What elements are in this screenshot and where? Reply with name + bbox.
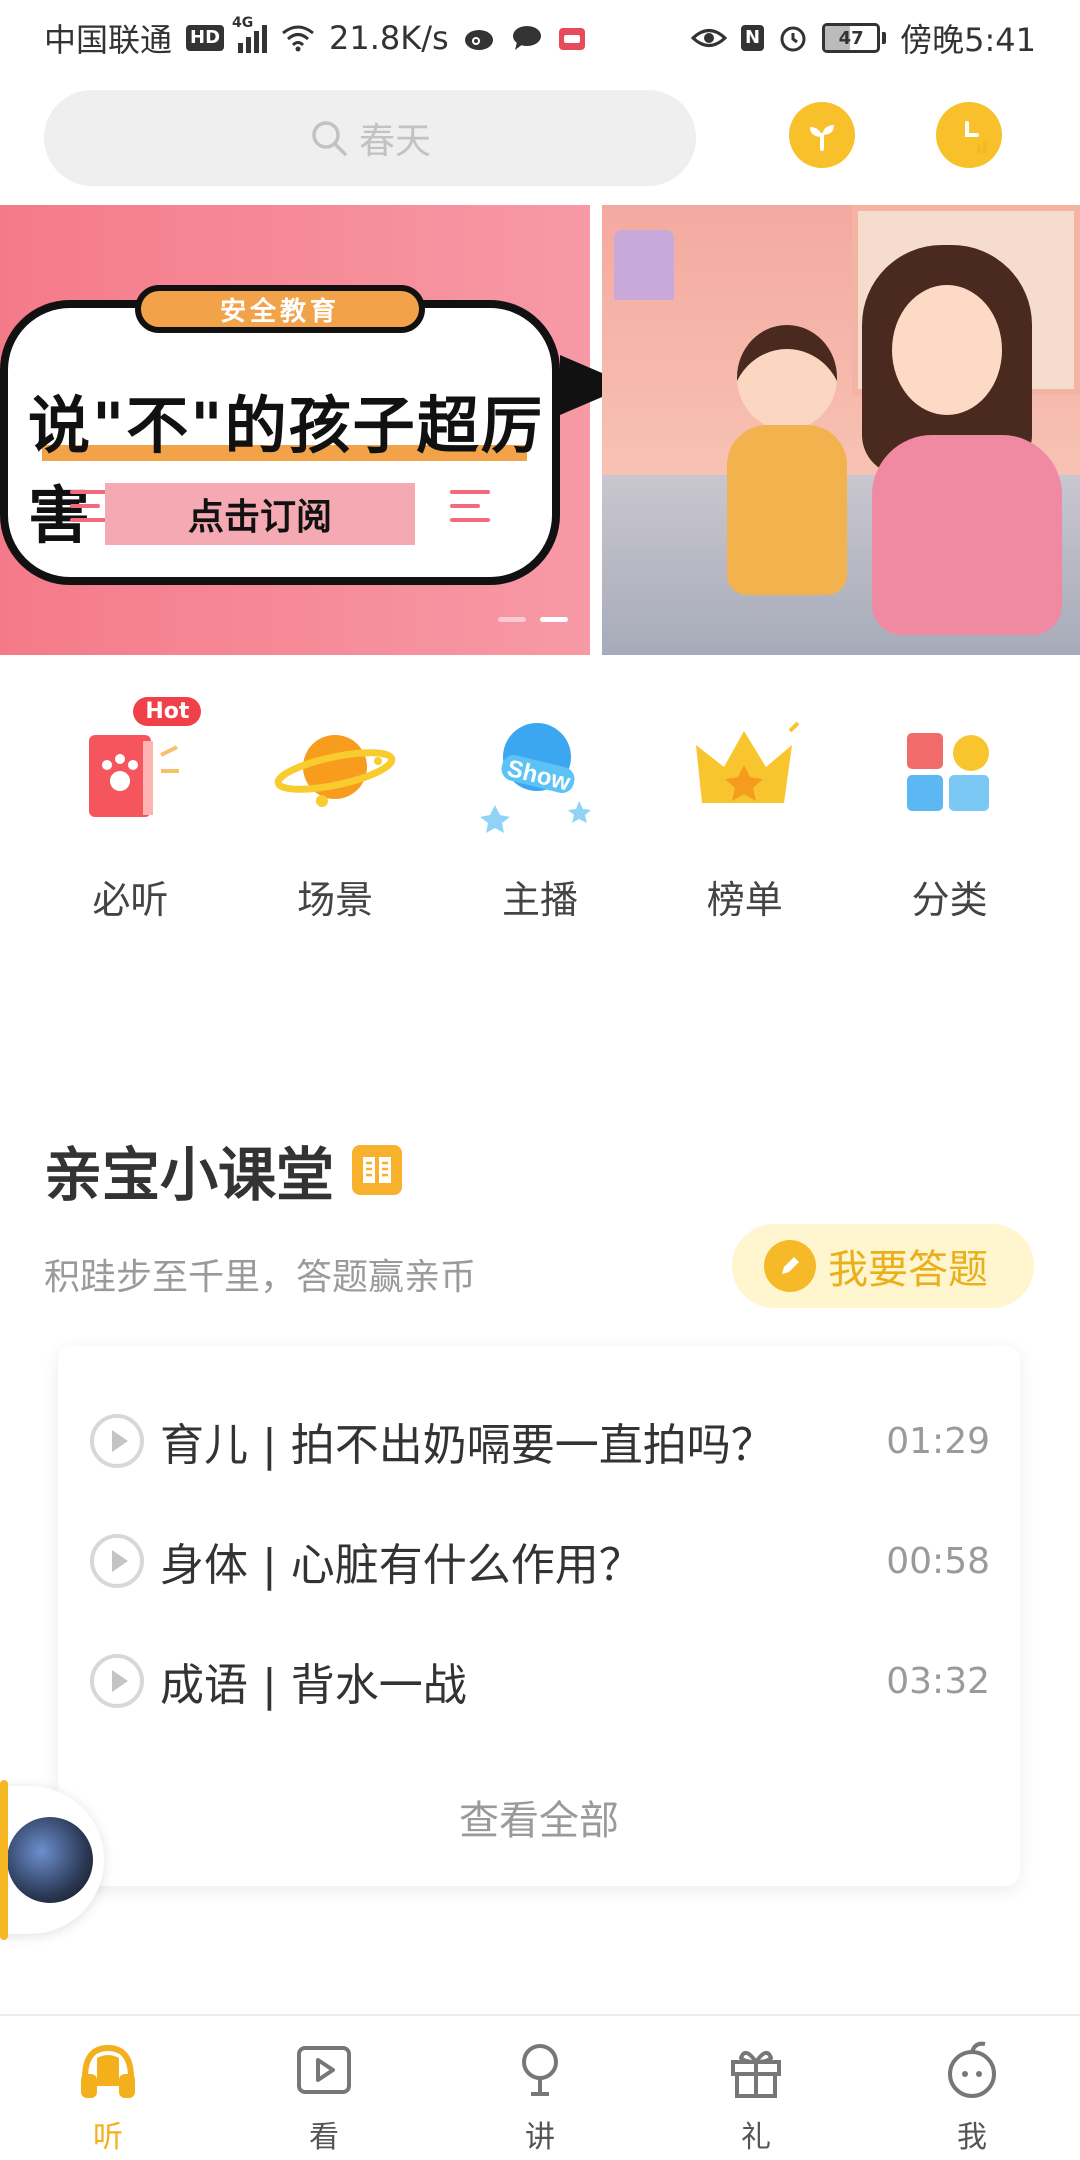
mini-player-disc[interactable]	[0, 1786, 104, 1934]
status-right: N 47 傍晚5:41	[691, 15, 1036, 61]
nav-label: 讲	[525, 2120, 555, 2155]
book-paw-icon: Hot	[65, 697, 202, 835]
nav-label: 看	[309, 2120, 339, 2155]
lesson-title: 身体 | 心脏有什么作用？	[160, 1540, 643, 1591]
nav-speak[interactable]: 讲	[460, 2038, 620, 2160]
lesson-duration: 03:32	[886, 1660, 990, 1702]
lesson-item[interactable]: 身体 | 心脏有什么作用？ 00:58	[90, 1526, 990, 1596]
play-icon[interactable]	[90, 1534, 144, 1588]
answer-question-button[interactable]: 我要答题	[732, 1224, 1034, 1308]
sprout-button[interactable]	[789, 102, 855, 168]
clock-stats-icon	[947, 113, 991, 157]
nfc-icon: N	[741, 25, 765, 51]
category-label: 分类	[911, 878, 988, 922]
category-host[interactable]: Show 主播	[450, 705, 630, 945]
nav-label: 听	[93, 2120, 123, 2155]
search-input[interactable]: 春天	[44, 90, 696, 186]
album-cover	[7, 1817, 93, 1903]
nav-watch[interactable]: 看	[244, 2038, 404, 2160]
mini-player-accent-bar	[0, 1780, 8, 1940]
promo-banner[interactable]: 安全教育 说"不"的孩子超厉害 点击订阅	[0, 205, 1080, 655]
lesson-title: 成语 | 背水一战	[160, 1660, 467, 1711]
banner-slide: 安全教育 说"不"的孩子超厉害 点击订阅	[0, 205, 630, 655]
category-classification[interactable]: 分类	[860, 705, 1040, 945]
nav-label: 我	[957, 2120, 987, 2155]
lesson-duration: 00:58	[886, 1540, 990, 1582]
banner-dot-active	[540, 617, 568, 622]
section-title: 亲宝小课堂	[44, 1128, 403, 1212]
category-label: 主播	[501, 878, 578, 922]
hot-badge: Hot	[133, 697, 202, 726]
headphones-icon	[75, 2038, 141, 2108]
sprout-icon	[802, 115, 842, 155]
nav-listen[interactable]: 听	[28, 2038, 188, 2160]
play-icon[interactable]	[90, 1414, 144, 1468]
lessons-card: 育儿 | 拍不出奶嗝要一直拍吗？ 01:29 身体 | 心脏有什么作用？ 00:…	[58, 1346, 1020, 1886]
status-left: 中国联通 HD 4G 21.8K/s	[44, 15, 587, 61]
bottom-navigation: 听 看 讲 礼 我	[0, 2014, 1080, 2160]
weibo-icon	[463, 24, 497, 52]
wifi-icon	[281, 24, 315, 52]
blocks-icon	[885, 705, 1015, 835]
search-header: 春天	[44, 90, 1044, 186]
open-book-icon	[352, 1145, 403, 1195]
category-label: 榜单	[706, 878, 783, 922]
profile-icon	[939, 2038, 1005, 2108]
lesson-item[interactable]: 成语 | 背水一战 03:32	[90, 1646, 990, 1716]
battery-icon: 47	[822, 23, 887, 53]
shopping-bag-icon	[557, 24, 587, 52]
section-subtitle: 积跬步至千里，答题赢亲币	[44, 1257, 477, 1298]
eye-icon	[691, 25, 728, 51]
status-bar: 中国联通 HD 4G 21.8K/s N 47 傍晚5:41	[0, 0, 1080, 76]
category-rankings[interactable]: 榜单	[655, 705, 835, 945]
gift-icon	[723, 2038, 789, 2108]
lesson-item[interactable]: 育儿 | 拍不出奶嗝要一直拍吗？ 01:29	[90, 1406, 990, 1476]
network-type-label: 4G	[232, 15, 254, 31]
child-illustration	[717, 325, 857, 605]
search-placeholder: 春天	[358, 121, 431, 162]
mother-illustration	[862, 245, 1072, 645]
microphone-icon	[507, 2038, 573, 2108]
video-play-icon	[291, 2038, 357, 2108]
category-label: 场景	[297, 878, 374, 922]
crown-icon	[680, 705, 810, 835]
mini-player[interactable]	[0, 1780, 106, 1940]
nav-gift[interactable]: 礼	[676, 2038, 836, 2160]
lesson-duration: 01:29	[886, 1420, 990, 1462]
search-icon	[309, 118, 349, 158]
category-scene[interactable]: 场景	[245, 705, 425, 945]
lamp-illustration	[614, 230, 674, 300]
category-must-listen[interactable]: Hot 必听	[40, 697, 220, 945]
banner-tag: 安全教育	[135, 285, 425, 333]
category-grid: Hot 必听 场景 Show 主播 榜单 分类	[0, 697, 1080, 945]
banner-dot	[498, 617, 526, 622]
pencil-icon	[764, 1240, 816, 1292]
alarm-icon	[778, 23, 808, 53]
carrier-label: 中国联通	[44, 21, 173, 59]
speed-lines-right	[450, 490, 500, 532]
view-all-link[interactable]: 查看全部	[58, 1788, 1020, 1846]
section-title-text: 亲宝小课堂	[44, 1141, 335, 1209]
history-button[interactable]	[936, 102, 1002, 168]
lesson-title: 育儿 | 拍不出奶嗝要一直拍吗？	[160, 1420, 775, 1471]
answer-button-label: 我要答题	[828, 1247, 988, 1293]
nav-me[interactable]: 我	[892, 2038, 1052, 2160]
nav-label: 礼	[741, 2120, 771, 2155]
planet-icon	[270, 705, 400, 835]
clock: 傍晚5:41	[900, 21, 1036, 59]
network-speed: 21.8K/s	[329, 19, 449, 57]
category-label: 必听	[92, 878, 169, 922]
hd-badge: HD	[186, 25, 225, 51]
show-microphone-icon: Show	[475, 705, 605, 835]
cellular-signal-icon: 4G	[232, 15, 268, 53]
banner-subscribe-button[interactable]: 点击订阅	[105, 483, 415, 545]
chat-icon	[511, 24, 543, 52]
banner-illustration	[602, 205, 1080, 655]
play-icon[interactable]	[90, 1654, 144, 1708]
battery-level: 47	[838, 27, 864, 49]
banner-pagination	[498, 617, 568, 622]
